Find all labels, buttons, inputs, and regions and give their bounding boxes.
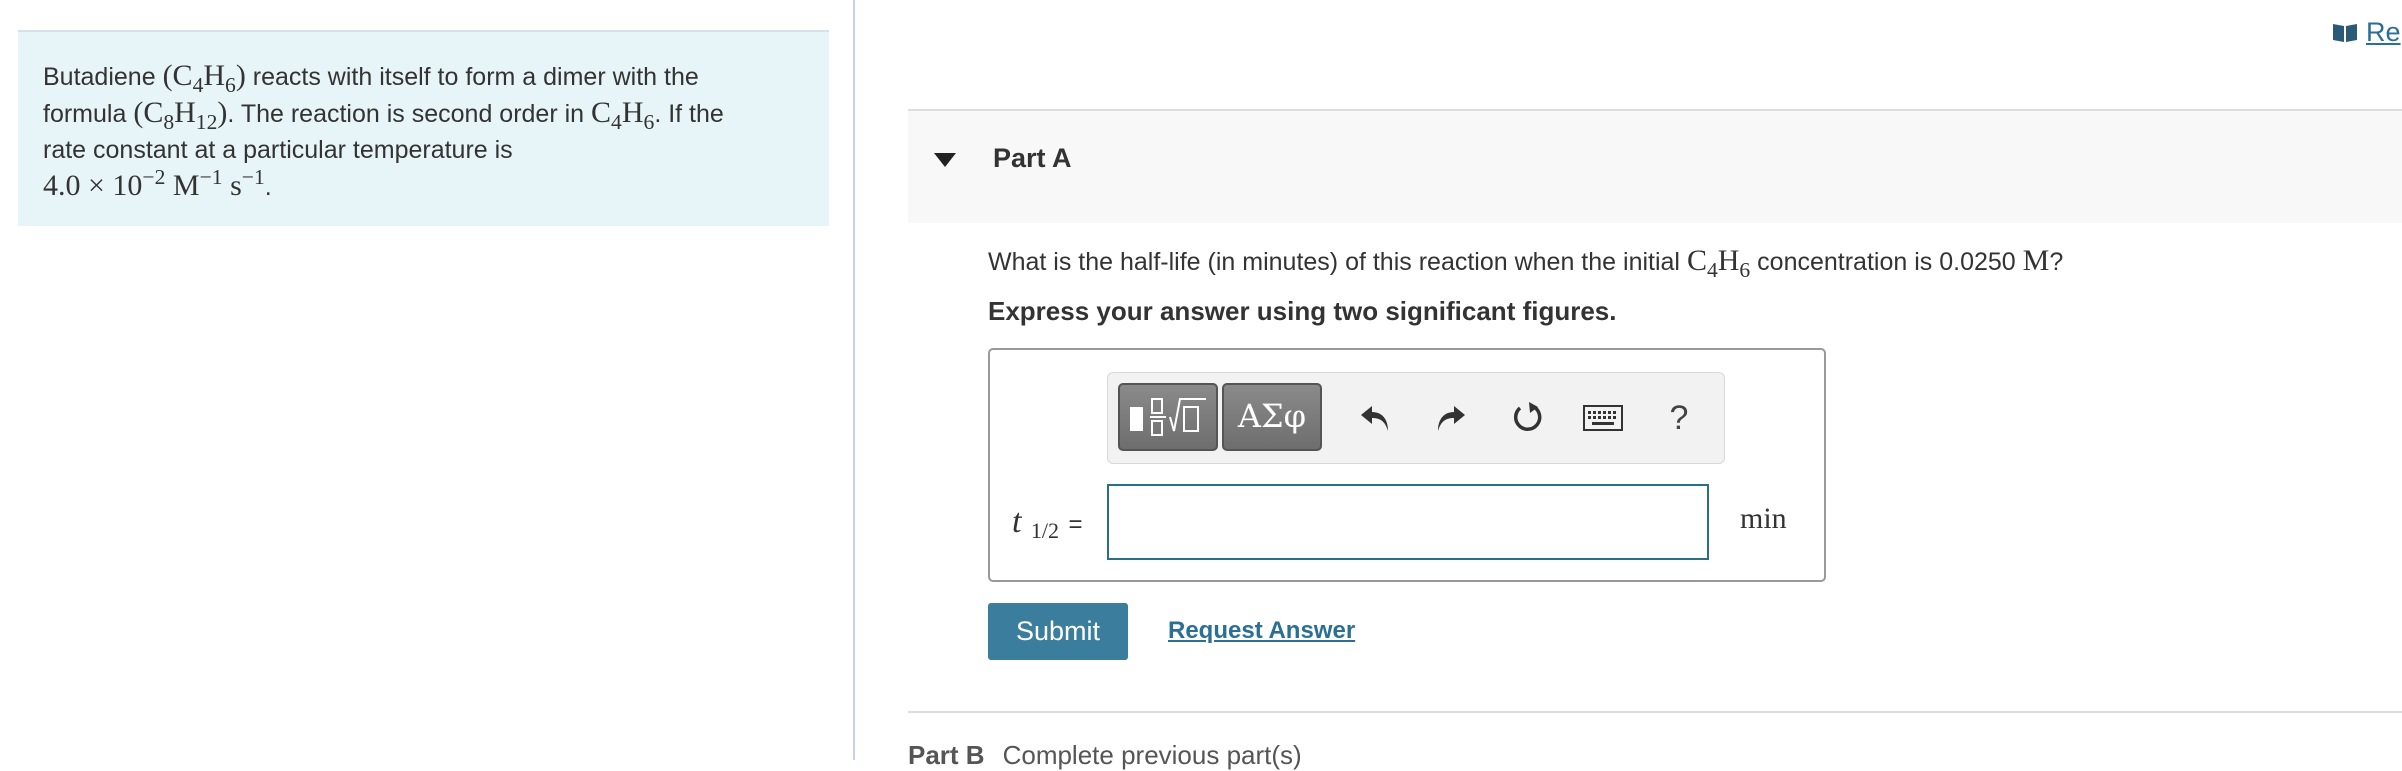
templates-icon	[1130, 398, 1206, 436]
answer-label-sub: 1/2	[1030, 518, 1060, 543]
part-b-header[interactable]: Part B Complete previous part(s)	[908, 740, 1302, 771]
submit-button[interactable]: Submit	[988, 603, 1128, 660]
problem-text-3: . The reaction is second order in	[227, 100, 585, 128]
part-b-status: Complete previous part(s)	[1002, 740, 1302, 770]
redo-icon[interactable]	[1426, 393, 1476, 443]
species-formula: C4H6	[591, 96, 655, 134]
dimer-formula: (C8H12)	[133, 96, 228, 134]
answer-label: t 1/2 =	[1012, 502, 1083, 543]
reactant-formula: (C4H6)	[162, 59, 246, 97]
rate-constant: 4.0 × 10−2 M−1 s−1	[43, 165, 265, 202]
part-b-divider	[908, 711, 2402, 713]
caret-down-icon[interactable]	[934, 153, 956, 172]
question-unit: M	[2022, 244, 2050, 277]
reset-icon[interactable]	[1502, 393, 1552, 443]
resources-label: Re	[2366, 16, 2401, 47]
instruction-text: Express your answer using two significan…	[988, 296, 1617, 326]
unit-label: min	[1740, 502, 1787, 535]
math-toolbar: ΑΣφ ?	[1107, 372, 1725, 464]
part-a-header[interactable]: Part A	[908, 109, 2402, 223]
answer-input[interactable]	[1107, 484, 1709, 560]
problem-text-2: formula	[43, 100, 127, 128]
problem-period: .	[264, 173, 272, 201]
undo-icon[interactable]	[1350, 393, 1400, 443]
resources-link[interactable]: Re	[2332, 14, 2401, 50]
request-answer-link[interactable]: Request Answer	[1168, 617, 1355, 645]
question-text: What is the half-life (in minutes) of th…	[988, 238, 2063, 285]
problem-text-4: . If the	[654, 100, 724, 128]
question-species: C4H6	[1686, 244, 1751, 282]
question-end: ?	[2049, 248, 2064, 276]
book-icon	[2332, 21, 2358, 43]
answer-box: ΑΣφ ? t 1/2 = min	[988, 348, 1826, 582]
templates-button[interactable]	[1118, 383, 1218, 451]
problem-statement-panel: Butadiene (C4H6) reacts with itself to f…	[18, 30, 829, 226]
problem-text-intro: Butadiene	[43, 63, 156, 91]
column-divider	[853, 0, 855, 760]
question-after: concentration is 0.0250	[1757, 248, 2016, 276]
help-button[interactable]: ?	[1654, 393, 1704, 443]
problem-text-1: reacts with itself to form a dimer with …	[252, 63, 699, 91]
symbols-button[interactable]: ΑΣφ	[1222, 383, 1322, 451]
answer-label-var: t	[1012, 503, 1022, 540]
problem-statement: Butadiene (C4H6) reacts with itself to f…	[43, 58, 803, 205]
keyboard-icon[interactable]	[1578, 393, 1628, 443]
part-a-title: Part A	[993, 143, 1072, 173]
question-before: What is the half-life (in minutes) of th…	[988, 248, 1680, 276]
problem-text-5: rate constant at a particular temperatur…	[43, 136, 513, 164]
answer-label-eq: =	[1068, 511, 1083, 538]
part-b-title: Part B	[908, 740, 985, 770]
